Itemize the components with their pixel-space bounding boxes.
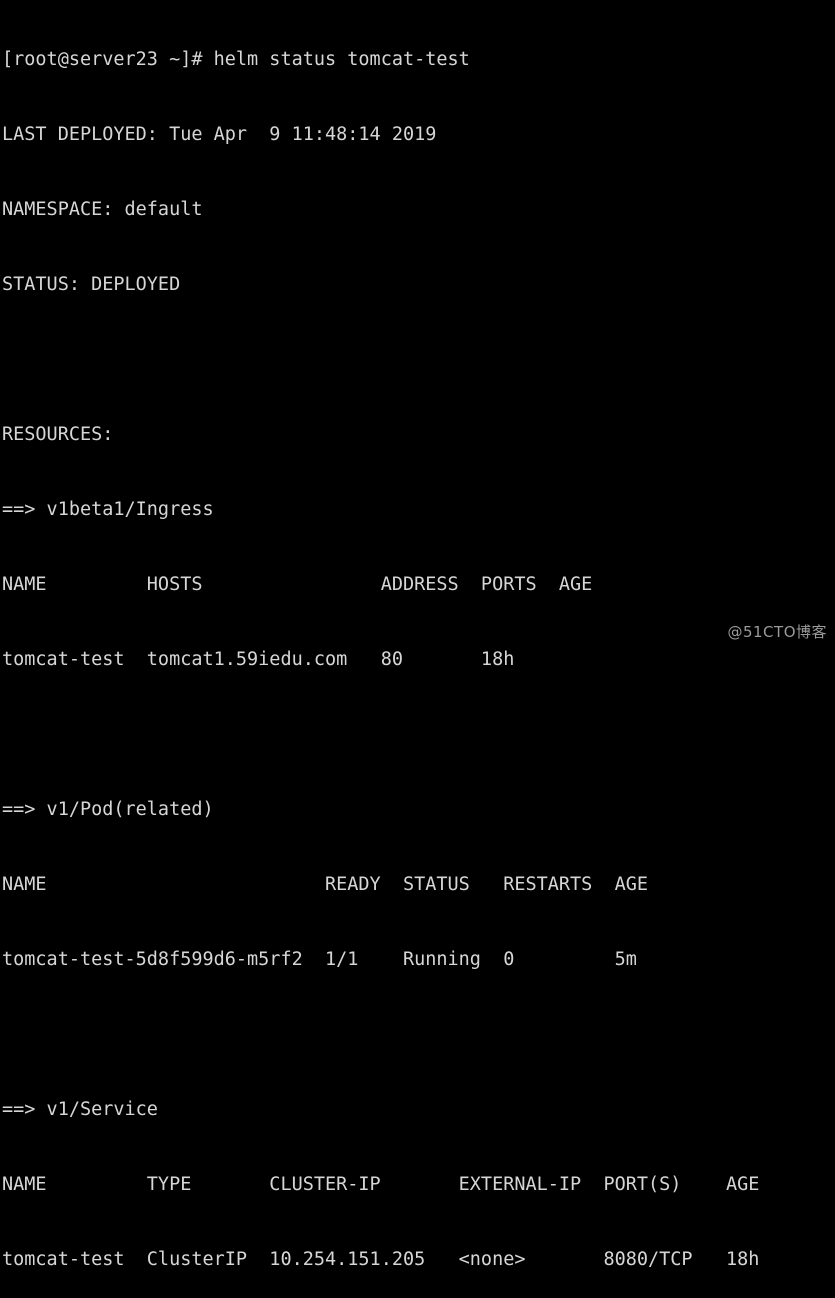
pod-heading-line: ==> v1/Pod(related) [2,799,214,820]
watermark: @51CTO博客 [727,623,827,641]
prompt-command-line: [root@server23 ~]# helm status tomcat-te… [2,49,470,70]
ingress-data-row: tomcat-test tomcat1.59iedu.com 80 18h [2,649,515,670]
pod-header-row: NAME READY STATUS RESTARTS AGE [2,874,649,895]
pod-data-row: tomcat-test-5d8f599d6-m5rf2 1/1 Running … [2,949,637,970]
service-data-row: tomcat-test ClusterIP 10.254.151.205 <no… [2,1249,760,1270]
ingress-heading-line: ==> v1beta1/Ingress [2,499,214,520]
service-header-row: NAME TYPE CLUSTER-IP EXTERNAL-IP PORT(S)… [2,1174,760,1195]
ingress-header-row: NAME HOSTS ADDRESS PORTS AGE [2,574,593,595]
resources-label-line: RESOURCES: [2,424,114,445]
status-line: STATUS: DEPLOYED [2,274,181,295]
last-deployed-line: LAST DEPLOYED: Tue Apr 9 11:48:14 2019 [2,124,437,145]
terminal-window[interactable]: [root@server23 ~]# helm status tomcat-te… [0,0,835,1270]
namespace-line: NAMESPACE: default [2,199,203,220]
terminal-output: [root@server23 ~]# helm status tomcat-te… [2,0,759,1298]
service-heading-line: ==> v1/Service [2,1099,158,1120]
